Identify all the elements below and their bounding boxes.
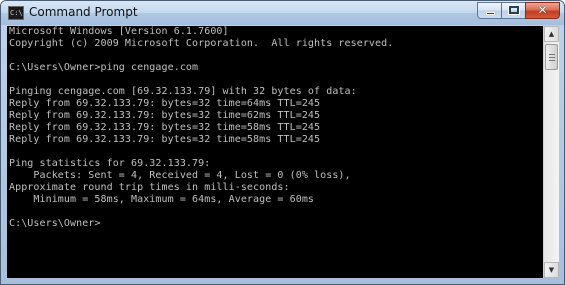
console-line: Microsoft Windows [Version 6.1.7600] (9, 26, 229, 37)
console-line: Reply from 69.32.133.79: bytes=32 time=6… (9, 110, 321, 121)
close-button[interactable]: ✕ (525, 2, 560, 19)
console-line: Reply from 69.32.133.79: bytes=32 time=6… (9, 98, 321, 109)
thumb-grip (549, 57, 555, 58)
command-prompt-window: C:\ Command Prompt ✕ Microsoft Windows [… (0, 0, 565, 285)
scroll-up-arrow-icon: ▲ (548, 30, 555, 38)
console-line: Ping statistics for 69.32.133.79: (9, 158, 211, 169)
scroll-up-button[interactable]: ▲ (544, 26, 559, 42)
cmd-icon[interactable]: C:\ (8, 6, 24, 20)
maximize-icon (508, 5, 520, 15)
console-output[interactable]: Microsoft Windows [Version 6.1.7600] Copy… (7, 26, 543, 278)
console-line: Approximate round trip times in milli-se… (9, 182, 290, 193)
thumb-grip (549, 54, 555, 55)
scroll-thumb[interactable] (545, 44, 558, 70)
maximize-button[interactable] (501, 2, 526, 19)
scroll-down-button[interactable]: ▼ (544, 262, 559, 278)
close-icon: ✕ (537, 3, 548, 17)
window-title: Command Prompt (29, 5, 138, 19)
console-line: C:\Users\Owner> (9, 218, 101, 229)
console-line: Copyright (c) 2009 Microsoft Corporation… (9, 38, 394, 49)
console-line: Minimum = 58ms, Maximum = 64ms, Average … (9, 194, 315, 205)
console-line: Reply from 69.32.133.79: bytes=32 time=5… (9, 122, 321, 133)
scroll-down-arrow-icon: ▼ (548, 266, 555, 274)
minimize-button[interactable] (477, 2, 502, 19)
console-line: C:\Users\Owner>ping cengage.com (9, 62, 199, 73)
console-line: Pinging cengage.com [69.32.133.79] with … (9, 86, 357, 97)
vertical-scrollbar[interactable]: ▲ ▼ (543, 26, 559, 278)
console-line: Packets: Sent = 4, Received = 4, Lost = … (9, 170, 351, 181)
thumb-grip (549, 60, 555, 61)
title-bar[interactable]: C:\ Command Prompt ✕ (1, 1, 564, 25)
minimize-icon (486, 12, 495, 15)
console-line: Reply from 69.32.133.79: bytes=32 time=5… (9, 134, 321, 145)
